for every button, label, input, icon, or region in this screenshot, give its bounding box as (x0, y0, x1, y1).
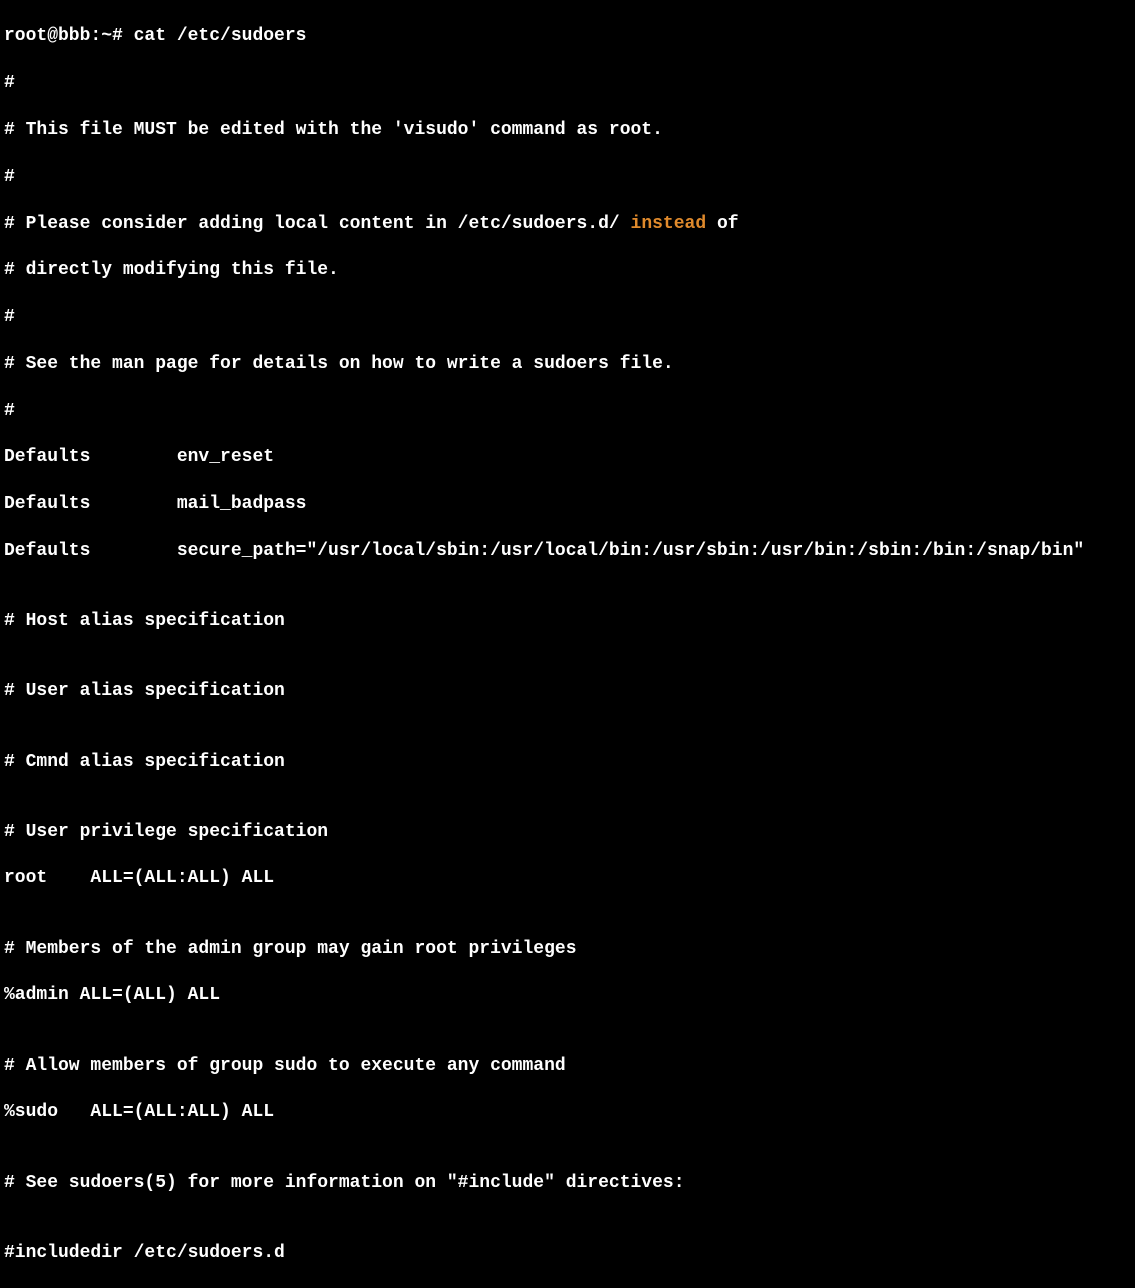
file-line: %sudo ALL=(ALL:ALL) ALL (4, 1101, 1131, 1124)
file-line: Defaults secure_path="/usr/local/sbin:/u… (4, 540, 1131, 563)
file-line: Defaults env_reset (4, 446, 1131, 469)
shell-command: cat /etc/sudoers (134, 26, 307, 46)
highlighted-text: instead (631, 214, 707, 234)
file-line: # User alias specification (4, 680, 1131, 703)
file-line: Defaults mail_badpass (4, 493, 1131, 516)
file-line: # (4, 306, 1131, 329)
file-line: # Cmnd alias specification (4, 751, 1131, 774)
file-line: # Host alias specification (4, 610, 1131, 633)
file-line: # See the man page for details on how to… (4, 353, 1131, 376)
file-line: # See sudoers(5) for more information on… (4, 1172, 1131, 1195)
file-line: # Please consider adding local content i… (4, 213, 1131, 236)
file-line: #includedir /etc/sudoers.d (4, 1242, 1131, 1265)
terminal-output[interactable]: root@bbb:~# cat /etc/sudoers # # This fi… (4, 2, 1131, 1288)
file-line: root ALL=(ALL:ALL) ALL (4, 867, 1131, 890)
file-line: # (4, 166, 1131, 189)
file-line: # (4, 400, 1131, 423)
file-line: %admin ALL=(ALL) ALL (4, 984, 1131, 1007)
file-line: # User privilege specification (4, 821, 1131, 844)
file-line: # Members of the admin group may gain ro… (4, 938, 1131, 961)
file-line: # (4, 72, 1131, 95)
file-line: # This file MUST be edited with the 'vis… (4, 119, 1131, 142)
shell-prompt: root@bbb:~# (4, 26, 134, 46)
file-line: # Allow members of group sudo to execute… (4, 1055, 1131, 1078)
file-line: # directly modifying this file. (4, 259, 1131, 282)
